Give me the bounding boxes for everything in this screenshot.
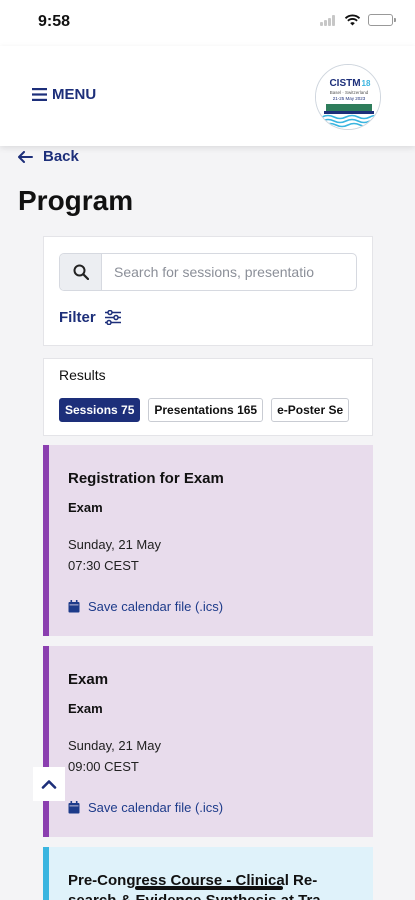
session-type: Exam (68, 500, 103, 515)
chevron-up-icon (41, 780, 57, 789)
session-day: Sunday, 21 May (68, 537, 161, 552)
search-card: Filter (43, 236, 373, 346)
save-calendar-link[interactable]: Save calendar file (.ics) (68, 800, 223, 815)
session-title: Exam (68, 671, 109, 688)
session-card[interactable]: Registration for Exam Exam Sunday, 21 Ma… (43, 445, 373, 636)
signal-icon (320, 14, 337, 26)
session-card[interactable]: Exam Exam Sunday, 21 May 09:00 CEST Save… (43, 646, 373, 837)
page-title: Program (18, 185, 134, 216)
hamburger-icon (32, 88, 47, 101)
battery-icon (368, 14, 396, 26)
results-card: Results Sessions 75 Presentations 165 e-… (43, 358, 373, 436)
calendar-icon (68, 801, 80, 814)
status-time: 9:58 (38, 13, 71, 30)
wifi-icon (344, 14, 361, 26)
filter-button[interactable]: Filter (59, 309, 122, 326)
status-bar: 9:58 (0, 0, 415, 46)
session-time: 09:00 CEST (68, 759, 139, 774)
tab-presentations[interactable]: Presentations 165 (148, 398, 264, 422)
tab-eposter-sessions[interactable]: e-Poster Se (271, 398, 350, 422)
save-calendar-label: Save calendar file (.ics) (88, 599, 224, 614)
arrow-left-icon (18, 150, 33, 163)
filter-label: Filter (59, 309, 96, 326)
session-title: Registration for Exam (68, 470, 224, 487)
search-icon (73, 264, 89, 280)
sliders-icon (104, 310, 121, 325)
svg-text:CISTM: CISTM (329, 78, 360, 89)
session-card[interactable]: Pre-Congress Course - Clinical Re-search… (43, 847, 373, 900)
session-type: Exam (68, 701, 103, 716)
calendar-icon (68, 600, 80, 613)
search-input[interactable] (102, 254, 356, 290)
app-header: MENU CISTM 18 Basel · Switzerland 21-25 … (0, 46, 415, 146)
search-box (59, 253, 357, 291)
svg-text:18: 18 (362, 79, 371, 88)
scroll-top-button[interactable] (33, 767, 65, 801)
back-button[interactable]: Back (18, 148, 79, 165)
menu-button[interactable]: MENU (32, 86, 96, 103)
status-icons (320, 14, 396, 26)
search-button[interactable] (60, 254, 102, 290)
session-time: 07:30 CEST (68, 558, 139, 573)
menu-label: MENU (52, 86, 97, 103)
results-label: Results (59, 367, 106, 383)
home-indicator (135, 886, 283, 890)
tab-sessions[interactable]: Sessions 75 (59, 398, 141, 422)
conference-logo[interactable]: CISTM 18 Basel · Switzerland 21-25 May 2… (315, 64, 381, 130)
logo-dates: 21-25 May 2023 (333, 96, 366, 101)
back-label: Back (43, 148, 79, 165)
save-calendar-label: Save calendar file (.ics) (88, 800, 224, 815)
session-day: Sunday, 21 May (68, 738, 161, 753)
save-calendar-link[interactable]: Save calendar file (.ics) (68, 599, 223, 614)
results-tabs: Sessions 75 Presentations 165 e-Poster S… (59, 398, 359, 422)
logo-subtitle: Basel · Switzerland (330, 90, 369, 95)
